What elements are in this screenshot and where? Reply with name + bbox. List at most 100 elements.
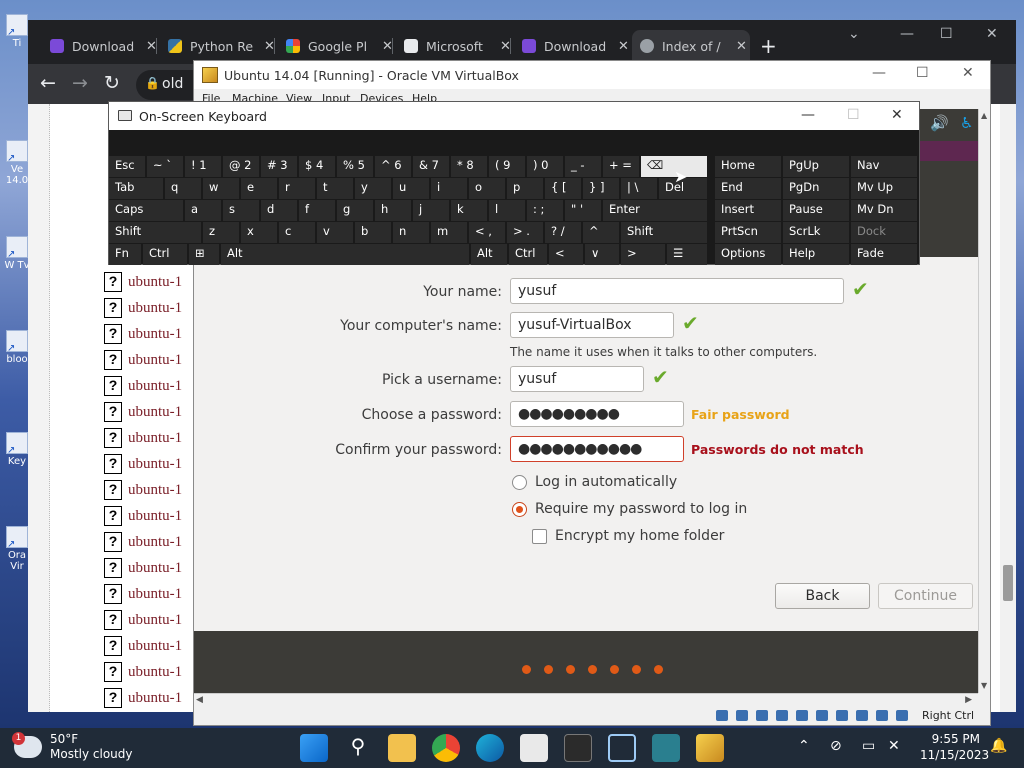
terminal-icon[interactable] — [564, 734, 592, 762]
osk-key[interactable]: u — [393, 178, 429, 199]
osk-key[interactable]: ^ — [583, 222, 619, 243]
vbox-vertical-scrollbar[interactable]: ▲ ▼ — [978, 109, 990, 693]
file-link[interactable]: ? ubuntu-1 — [104, 350, 182, 370]
osk-key[interactable]: j — [413, 200, 449, 221]
tab-search-icon[interactable]: ⌄ — [848, 26, 860, 42]
browser-tab[interactable]: Python Re ✕ — [160, 30, 278, 62]
maximize-button[interactable]: ☐ — [916, 65, 929, 81]
osk-key[interactable]: End — [715, 178, 781, 199]
osk-key[interactable]: p — [507, 178, 543, 199]
osk-key[interactable]: e — [241, 178, 277, 199]
username-input[interactable]: yusuf — [510, 366, 644, 392]
close-button[interactable]: ✕ — [891, 107, 903, 123]
osk-key[interactable]: ( 9 — [489, 156, 525, 177]
osk-key[interactable]: > — [621, 244, 665, 265]
osk-key[interactable]: h — [375, 200, 411, 221]
address-bar[interactable]: 🔒 old — [136, 70, 196, 100]
file-link[interactable]: ? ubuntu-1 — [104, 558, 182, 578]
file-link[interactable]: ? ubuntu-1 — [104, 636, 182, 656]
close-icon[interactable]: ✕ — [618, 39, 629, 54]
osk-key[interactable]: Mv Up — [851, 178, 917, 199]
browser-tab[interactable]: Microsoft ✕ — [396, 30, 514, 62]
file-link[interactable]: ? ubuntu-1 — [104, 662, 182, 682]
virtualbox-icon[interactable] — [696, 734, 724, 762]
osk-key[interactable]: Esc — [109, 156, 145, 177]
require-password-option[interactable]: Require my password to log in — [512, 501, 747, 517]
osk-key[interactable]: l — [489, 200, 525, 221]
osk-key[interactable]: $ 4 — [299, 156, 335, 177]
back-arrow-icon[interactable]: ← — [40, 72, 56, 94]
accessibility-icon[interactable]: ♿ — [960, 114, 973, 132]
osk-taskbar-icon[interactable] — [652, 734, 680, 762]
osk-key[interactable]: ? / — [545, 222, 581, 243]
osk-key[interactable]: } ] — [583, 178, 619, 199]
file-link[interactable]: ? ubuntu-1 — [104, 454, 182, 474]
osk-key[interactable]: < , — [469, 222, 505, 243]
osk-key[interactable]: Mv Dn — [851, 200, 917, 221]
osk-key[interactable]: y — [355, 178, 391, 199]
osk-key[interactable]: Alt — [471, 244, 507, 265]
osk-key[interactable]: + = — [603, 156, 639, 177]
shared-folder-icon[interactable] — [816, 710, 828, 721]
osk-key[interactable]: PgUp — [783, 156, 849, 177]
osk-key[interactable]: m — [431, 222, 467, 243]
osk-key[interactable]: ScrLk — [783, 222, 849, 243]
radio-button[interactable] — [512, 474, 527, 490]
minimize-button[interactable]: — — [900, 26, 914, 42]
file-link[interactable]: ? ubuntu-1 — [104, 402, 182, 422]
osk-key[interactable]: ⊞ — [189, 244, 219, 265]
search-icon[interactable]: ⚲ — [344, 734, 372, 762]
file-link[interactable]: ? ubuntu-1 — [104, 532, 182, 552]
scroll-up-icon[interactable]: ▲ — [981, 111, 987, 120]
osk-key[interactable]: ! 1 — [185, 156, 221, 177]
osk-key[interactable]: Nav — [851, 156, 917, 177]
osk-key[interactable]: g — [337, 200, 373, 221]
forward-arrow-icon[interactable]: → — [72, 72, 88, 94]
osk-key[interactable]: | \ — [621, 178, 657, 199]
password-input[interactable]: ●●●●●●●●● — [510, 401, 684, 427]
osk-key[interactable]: Ctrl — [509, 244, 547, 265]
osk-key[interactable]: r — [279, 178, 315, 199]
usb-icon[interactable] — [796, 710, 808, 721]
close-button[interactable]: ✕ — [986, 26, 998, 42]
notification-bell-icon[interactable]: 🔔 — [990, 738, 1007, 754]
network-off-icon[interactable]: ⊘ — [830, 738, 842, 754]
display-icon[interactable] — [836, 710, 848, 721]
file-link[interactable]: ? ubuntu-1 — [104, 272, 182, 292]
browser-tab[interactable]: Download ✕ — [42, 30, 160, 62]
browser-tab[interactable]: Google Pl ✕ — [278, 30, 396, 62]
chevron-up-icon[interactable]: ⌃ — [798, 738, 810, 754]
osk-key[interactable]: a — [185, 200, 221, 221]
osk-key[interactable]: n — [393, 222, 429, 243]
cube-icon[interactable] — [608, 734, 636, 762]
display-icon[interactable]: ▭ — [862, 738, 875, 754]
osk-key[interactable]: ☰ — [667, 244, 707, 265]
scroll-thumb[interactable] — [1003, 565, 1013, 601]
page-scrollbar[interactable] — [1000, 104, 1016, 712]
osk-key[interactable]: f — [299, 200, 335, 221]
scroll-left-icon[interactable]: ◀ — [196, 695, 203, 705]
scroll-right-icon[interactable]: ▶ — [965, 695, 972, 705]
osk-key[interactable]: > . — [507, 222, 543, 243]
osk-key[interactable]: Shift — [621, 222, 707, 243]
weather-widget[interactable]: 50°FMostly cloudy — [12, 732, 133, 762]
app-icon[interactable] — [520, 734, 548, 762]
start-icon[interactable] — [300, 734, 328, 762]
osk-key[interactable]: % 5 — [337, 156, 373, 177]
osk-key[interactable]: Ctrl — [143, 244, 187, 265]
osk-key[interactable]: Insert — [715, 200, 781, 221]
osk-key[interactable]: _ - — [565, 156, 601, 177]
osk-key[interactable]: ) 0 — [527, 156, 563, 177]
osk-key[interactable]: v — [317, 222, 353, 243]
checkbox[interactable] — [532, 528, 547, 544]
close-button[interactable]: ✕ — [962, 65, 974, 81]
osk-key[interactable]: ∨ — [585, 244, 619, 265]
encrypt-home-option[interactable]: Encrypt my home folder — [532, 528, 724, 544]
file-link[interactable]: ? ubuntu-1 — [104, 324, 182, 344]
close-icon[interactable]: ✕ — [736, 39, 747, 54]
browser-tab-active[interactable]: Index of / ✕ — [632, 30, 750, 62]
volume-icon[interactable]: 🔊 — [930, 114, 949, 132]
osk-key[interactable]: { [ — [545, 178, 581, 199]
audio-icon[interactable] — [756, 710, 768, 721]
osk-key[interactable]: c — [279, 222, 315, 243]
